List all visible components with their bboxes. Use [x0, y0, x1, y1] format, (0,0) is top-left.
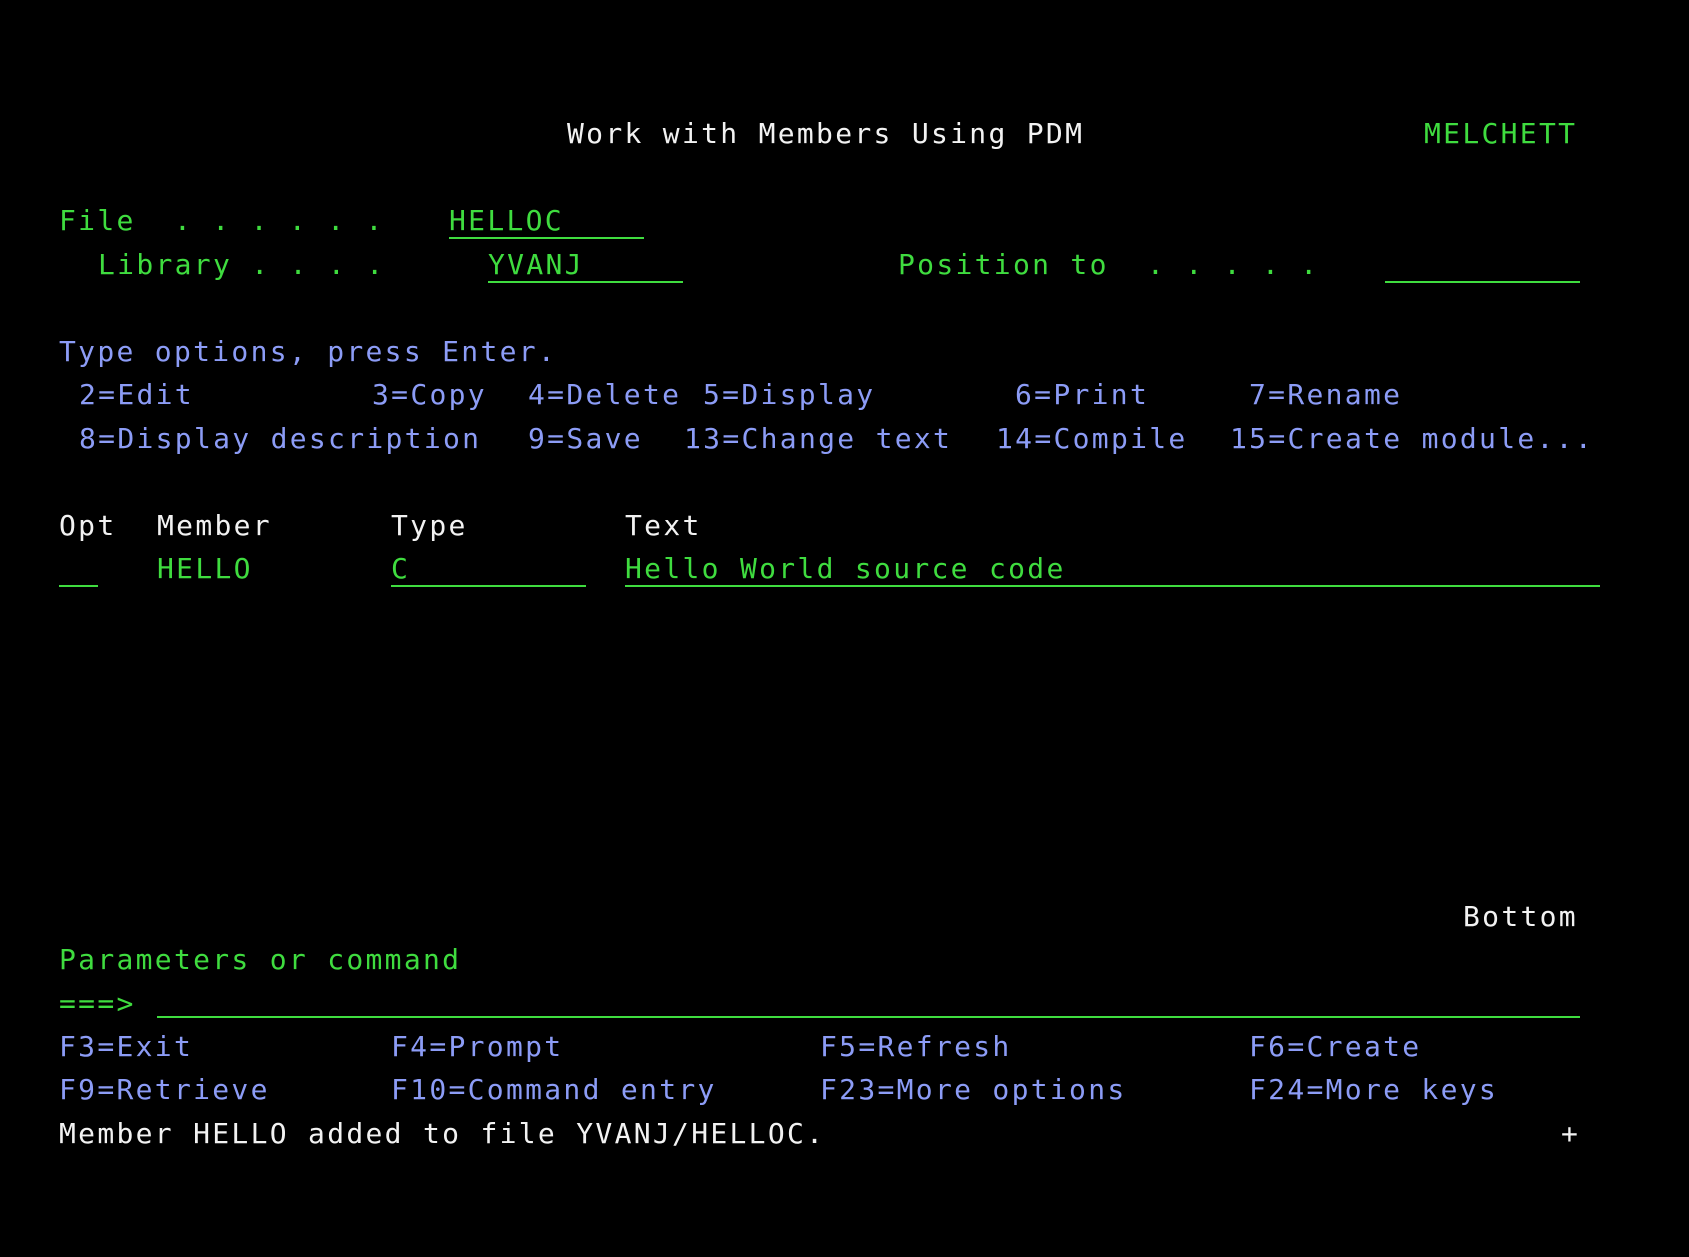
fkey-more-keys[interactable]: F24=More keys [1249, 1072, 1498, 1108]
library-input[interactable]: YVANJ [488, 247, 683, 283]
option-create-module: 15=Create module... [1230, 422, 1594, 455]
option-display-description: 8=Display description [79, 422, 482, 455]
row-text-input[interactable]: Hello World source code [625, 551, 1600, 587]
file-label: File . . . . . . [59, 204, 385, 237]
fkey-prompt[interactable]: F4=Prompt [391, 1029, 563, 1065]
column-header-text: Text [625, 509, 702, 542]
more-indicator-bottom: Bottom [1463, 900, 1578, 933]
option-delete: 4=Delete [528, 378, 682, 411]
column-header-member: Member [157, 509, 272, 542]
option-display: 5=Display [703, 378, 876, 411]
fkey-create[interactable]: F6=Create [1249, 1029, 1421, 1065]
fkey-command-entry[interactable]: F10=Command entry [391, 1072, 717, 1108]
status-message: Member HELLO added to file YVANJ/HELLOC. [59, 1117, 826, 1150]
option-compile: 14=Compile [996, 422, 1188, 455]
row-member-name: HELLO [157, 552, 253, 585]
screen-title: Work with Members Using PDM [567, 117, 1085, 150]
row-type-input[interactable]: C [391, 551, 586, 587]
column-header-opt: Opt [59, 509, 117, 542]
file-input[interactable]: HELLOC [449, 203, 644, 239]
row-option-input[interactable] [59, 551, 98, 587]
library-label: Library . . . . [98, 248, 386, 281]
option-print: 6=Print [1015, 378, 1150, 411]
system-name: MELCHETT [1424, 117, 1578, 150]
command-input[interactable] [157, 982, 1580, 1018]
instructions-prompt: Type options, press Enter. [59, 335, 558, 368]
more-messages-marker: + [1561, 1117, 1581, 1150]
position-to-input[interactable] [1385, 247, 1580, 283]
command-prompt-arrow: ===> [59, 987, 136, 1020]
terminal-screen: Work with Members Using PDM MELCHETT Fil… [0, 0, 1689, 1257]
position-to-label: Position to . . . . . [898, 248, 1320, 281]
option-save: 9=Save [528, 422, 643, 455]
option-edit: 2=Edit [79, 378, 194, 411]
command-label: Parameters or command [59, 943, 462, 976]
option-change-text: 13=Change text [684, 422, 953, 455]
fkey-retrieve[interactable]: F9=Retrieve [59, 1072, 270, 1108]
fkey-more-options[interactable]: F23=More options [820, 1072, 1127, 1108]
column-header-type: Type [391, 509, 468, 542]
fkey-refresh[interactable]: F5=Refresh [820, 1029, 1012, 1065]
option-rename: 7=Rename [1249, 378, 1403, 411]
option-copy: 3=Copy [372, 378, 487, 411]
fkey-exit[interactable]: F3=Exit [59, 1029, 193, 1065]
